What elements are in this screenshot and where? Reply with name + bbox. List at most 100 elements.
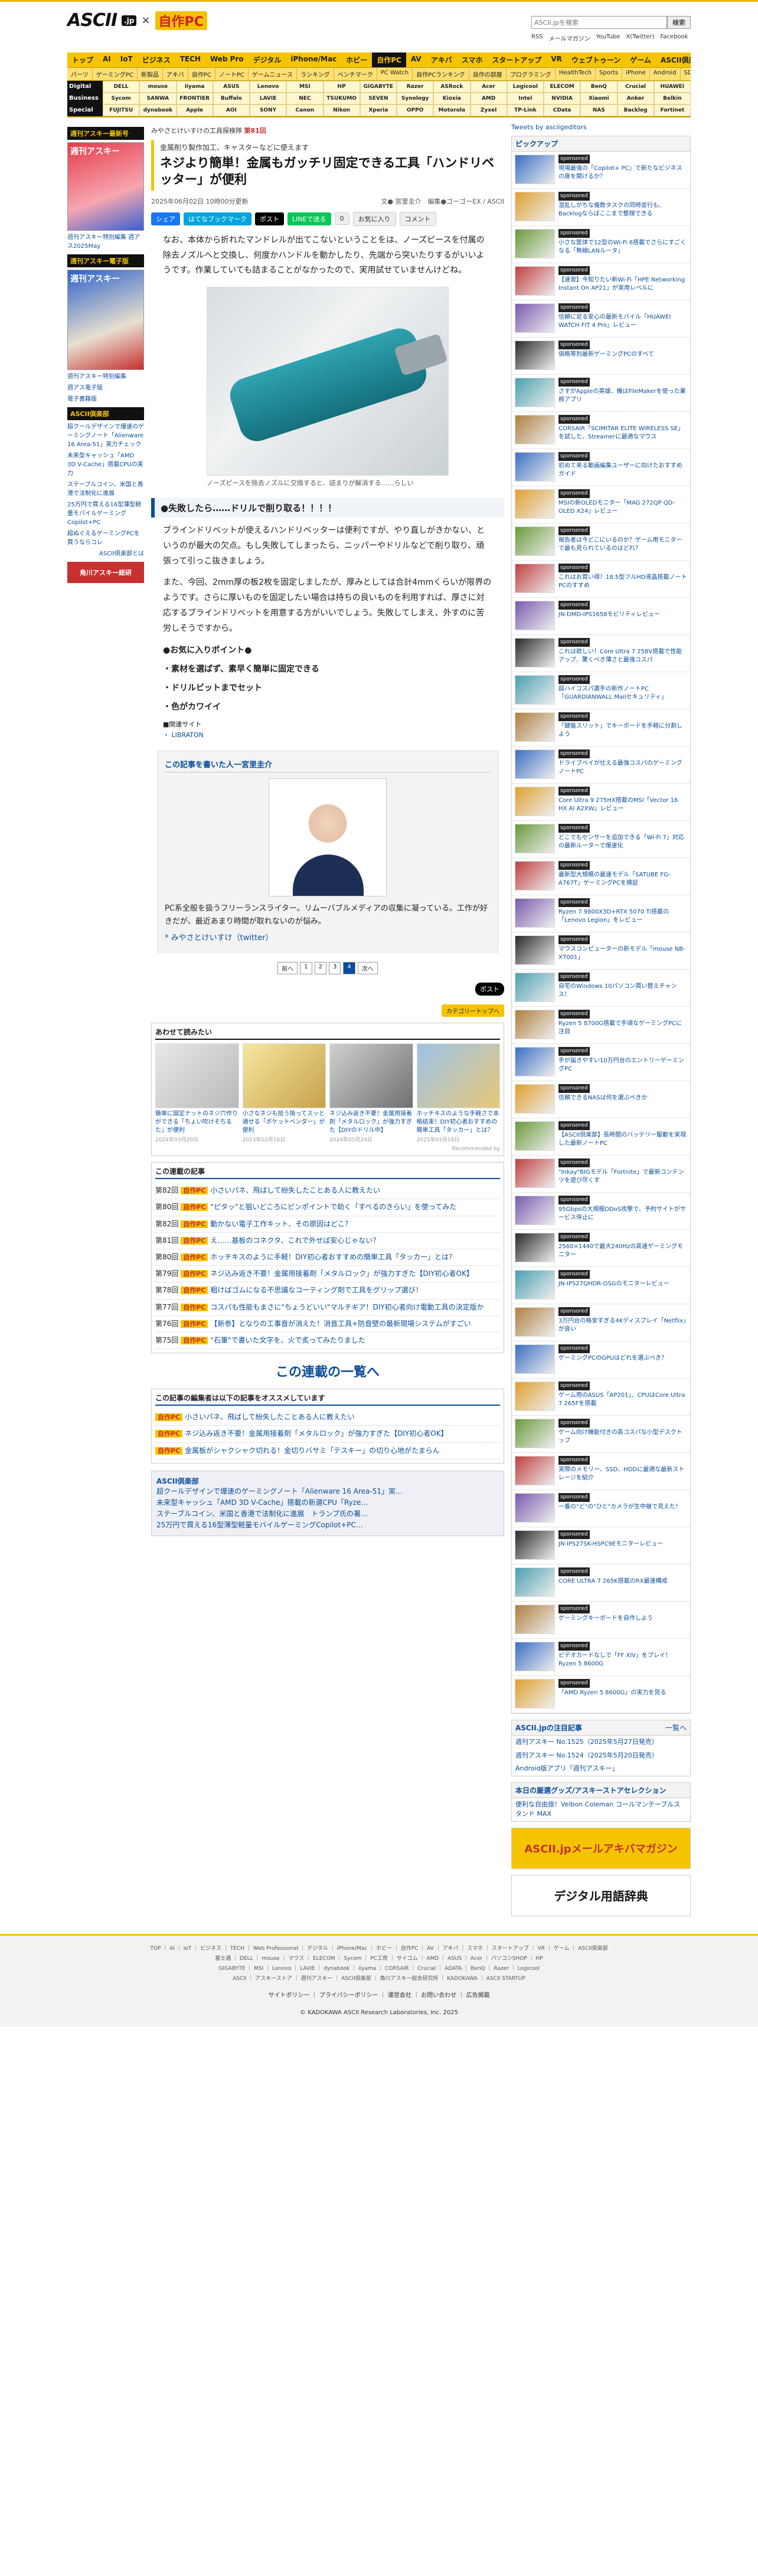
brand-link[interactable]: Razer xyxy=(397,81,434,93)
brand-link[interactable]: FUJITSU xyxy=(103,104,140,116)
series-item[interactable]: 第80回 自作PC ホッチキスのように手軽！DIY初心者おすすめの簡単工具「タッカー… xyxy=(155,1249,500,1266)
series-link[interactable]: みやさとけいすけの工具探検隊 xyxy=(151,127,242,135)
sub-nav-item[interactable]: プログラミング xyxy=(507,68,556,80)
sub-nav-item[interactable]: Android xyxy=(650,68,681,80)
brand-link[interactable]: FRONTIER xyxy=(176,93,213,104)
footer-link[interactable]: お問い合わせ xyxy=(421,1992,456,1999)
brand-link[interactable]: Lenovo xyxy=(250,81,287,93)
pickup-item[interactable]: sponsored どこでもセンサーを追加できる「Wi-Fi 7」対応の最新ルータ… xyxy=(512,821,690,858)
pickup-item[interactable]: sponsored ドライブベイが仕える最強コスパのゲーミングノートPC xyxy=(512,747,690,784)
series-item[interactable]: 第80回 自作PC "ピタッ"と狙いどころにピンポイントで助く「すべるのきらい」を使… xyxy=(155,1199,500,1216)
pickup-item[interactable]: sponsored ゲーミングキーボードを自作しよう xyxy=(512,1602,690,1639)
list-item[interactable]: 未来型キャッシュ「AMD 3D V-Cache」搭載CPUの実力 xyxy=(67,451,144,478)
sub-nav-item[interactable]: ゲームニュース xyxy=(249,68,298,80)
newsletter-link[interactable]: メールマガジン xyxy=(549,34,590,42)
sub-nav-item[interactable]: 新製品 xyxy=(138,68,163,80)
main-nav-item[interactable]: TECH xyxy=(175,53,205,67)
ascii-news-more-link[interactable]: 一覧へ xyxy=(665,1723,687,1733)
main-nav-item[interactable]: 自作PC xyxy=(372,53,406,67)
pickup-item[interactable]: sponsored これは欲しい！Core Ultra 7 258V搭載で性能アッ… xyxy=(512,635,690,672)
brand-link[interactable]: NVIDIA xyxy=(544,93,581,104)
sub-nav-item[interactable]: iPhone xyxy=(622,68,650,80)
series-item[interactable]: 第81回 自作PC え……基板のコネクタ、これで外せば安心じゃない？ xyxy=(155,1233,500,1249)
pickup-item[interactable]: sponsored 超ハイコスパ選手の新作ノートPC「GUARDIANWALL M… xyxy=(512,672,690,709)
pickup-item[interactable]: sponsored ビデオカードなしで「FF XIV」をプレイ！Ryzen 5 8… xyxy=(512,1639,690,1676)
brand-link[interactable]: Buffalo xyxy=(213,93,250,104)
editor-rec-link[interactable]: 金属板がシャクシャク切れる！金切りバサミ「テスキー」の切り心地がたまらん xyxy=(185,1446,440,1455)
list-item[interactable]: 電子書籍版 xyxy=(67,395,144,404)
pickup-item[interactable]: sponsored ゲーム用のASUS「AP201」、CPUはCore Ultra… xyxy=(512,1379,690,1416)
pager-page[interactable]: 1 xyxy=(300,962,312,975)
brand-link[interactable]: Motorola xyxy=(433,104,471,116)
youtube-link[interactable]: YouTube xyxy=(596,34,620,42)
series-link[interactable]: 小さいパネ、飛ばして紛失したことある人に教えたい xyxy=(210,1186,380,1194)
pickup-item[interactable]: sponsored 最新型大規模の最速モデル「SATUBE FG-A767T」ゲー… xyxy=(512,858,690,895)
pickup-item[interactable]: sponsored 信頼に足る安心の最新モバイル「HUAWEI WATCH FIT… xyxy=(512,300,690,338)
brand-link[interactable]: TSUKUMO xyxy=(323,93,360,104)
pager-next[interactable]: 次へ xyxy=(357,962,378,975)
brand-link[interactable]: ASRock xyxy=(433,81,471,93)
main-nav-item[interactable]: ゲーム xyxy=(625,53,656,67)
brand-link[interactable]: Nikon xyxy=(323,104,360,116)
related-site-link[interactable]: ・ LIBRATON xyxy=(163,731,204,739)
facebook-link[interactable]: Facebook xyxy=(661,34,688,42)
rss-link[interactable]: RSS xyxy=(531,34,543,42)
editor-rec-link[interactable]: ネジ込み返き不要！金属用接着剤「メタルロック」が強力すぎた【DIY初心者OK】 xyxy=(185,1429,447,1438)
list-item[interactable]: 自作PC 小さいパネ、飛ばして紛失したことある人に教えたい xyxy=(155,1409,500,1426)
brand-link[interactable]: mouse xyxy=(139,81,177,93)
series-item[interactable]: 第78回 自作PC 粗けばゴムになる不思議なコーティング剤で工具をグリップ選び！ xyxy=(155,1282,500,1300)
brand-link[interactable]: SONY xyxy=(250,104,287,116)
brand-link[interactable]: NEC xyxy=(286,93,324,104)
akiba-magazine-banner[interactable]: ASCII.jpメールアキバマガジン xyxy=(511,1827,691,1869)
series-link[interactable]: 【新参】となりの工事音が消えた！消音工具+防音壁の最新現場システムがすごい xyxy=(210,1320,471,1328)
main-nav-item[interactable]: ビジネス xyxy=(138,53,175,67)
brand-link[interactable]: SEVEN xyxy=(360,93,397,104)
sub-nav-item[interactable]: 自作PCランキング xyxy=(413,68,469,80)
brand-link[interactable]: Zyxel xyxy=(470,104,507,116)
x-post-button[interactable]: ポスト xyxy=(475,983,504,996)
pickup-item[interactable]: sponsored ゲーム向け機能付きの高コスパな小型デスクトップ xyxy=(512,1416,690,1453)
list-item[interactable]: 自作PC ネジ込み返き不要！金属用接着剤「メタルロック」が強力すぎた【DIY初心者… xyxy=(155,1426,500,1443)
pickup-item[interactable]: sponsored 自宅のWindows 10パソコン買い替えチャンス！ xyxy=(512,970,690,1007)
main-nav-item[interactable]: スマホ xyxy=(457,53,488,67)
sub-nav-item[interactable]: 自作PC xyxy=(188,68,215,80)
list-item[interactable]: 便利な自由旅！Velbon Coleman コールマンテーブルスタンド MAX xyxy=(512,1798,690,1821)
brand-link[interactable]: AMD xyxy=(470,93,507,104)
brand-link[interactable]: Intel xyxy=(507,93,544,104)
pager-page[interactable]: 2 xyxy=(314,962,326,975)
sub-nav-item[interactable]: ノートPC xyxy=(215,68,249,80)
pager-page[interactable]: 3 xyxy=(329,962,341,975)
sub-nav-item[interactable]: PC Watch xyxy=(377,68,413,80)
brand-link[interactable]: Acer xyxy=(470,81,507,93)
pickup-item[interactable]: sponsored これはお買い得！18.5型フルHD液晶搭載ノートPCのすすめ xyxy=(512,561,690,598)
recommend-item[interactable]: ネジ込み返き不要！金属用接着剤「メタルロック」が強力すぎた【DIYのドリル中】 2… xyxy=(329,1043,413,1144)
pickup-item[interactable]: sponsored 一番の"ど"の"ひと"カメラが生中継で見えた！ xyxy=(512,1490,690,1527)
series-link[interactable]: ネジ込み返き不要！金属用接着剤「メタルロック」が強力すぎた【DIY初心者OK】 xyxy=(210,1269,473,1278)
brand-link[interactable]: SANWA xyxy=(139,93,177,104)
footer-link[interactable]: プライバシーポリシー xyxy=(319,1992,378,1999)
list-item[interactable]: 超ぬぐえるゲーミングPCを買うならコレ xyxy=(67,529,144,547)
series-all-link[interactable]: この連載の一覧へ xyxy=(151,1361,504,1380)
brand-link[interactable]: LAVIE xyxy=(250,93,287,104)
main-nav-item[interactable]: ウェブトゥーン xyxy=(567,53,625,67)
digital-dictionary-banner[interactable]: デジタル用語辞典 xyxy=(511,1874,691,1916)
pickup-item[interactable]: sponsored 「鍵盤スリット」でキーボードを手軽に分割しよう xyxy=(512,709,690,747)
recommend-item[interactable]: ホッチキスのような手軽さで本格結束！DIY初心者おすすめの簡単工具「タッカー」と… xyxy=(416,1043,500,1144)
main-nav-item[interactable]: AI xyxy=(98,53,116,67)
brand-link[interactable]: dynabook xyxy=(139,104,177,116)
footer-links-row[interactable]: GIGABYTE ｜ MSI ｜ Lenovo ｜ LAVIE ｜ dynabo… xyxy=(0,1964,758,1974)
series-link[interactable]: コスパも性能もまさに"ちょうどいい"マルチギア！DIY初心者向け電動工具の決定版… xyxy=(210,1303,483,1311)
series-link[interactable]: 動かない電子工作キット、その原因はどこ？ xyxy=(210,1220,351,1228)
pickup-item[interactable]: sponsored "Inkay"BIGモデル「Fortnite」で最新コンテンツ… xyxy=(512,1156,690,1193)
main-nav-item[interactable]: アキバ xyxy=(426,53,457,67)
series-link[interactable]: え……基板のコネクタ、これで外せば安心じゃない？ xyxy=(210,1236,380,1245)
list-item[interactable]: 週刊アスキー特別編集 xyxy=(67,372,144,381)
brand-link[interactable]: OPPO xyxy=(397,104,434,116)
brand-link[interactable]: Canon xyxy=(286,104,324,116)
pickup-item[interactable]: sponsored 【速習】今知りたい新Wi-Fi「HPE Networking … xyxy=(512,263,690,300)
main-nav-item[interactable]: AV xyxy=(406,53,426,67)
list-item[interactable]: 週刊アスキー No.1524（2025年5月20日発売） xyxy=(512,1749,690,1763)
brand-link[interactable]: Fortinet xyxy=(654,104,691,116)
footer-link[interactable]: 運営会社 xyxy=(388,1992,411,1999)
sub-nav-item[interactable]: HealthTech xyxy=(556,68,596,80)
